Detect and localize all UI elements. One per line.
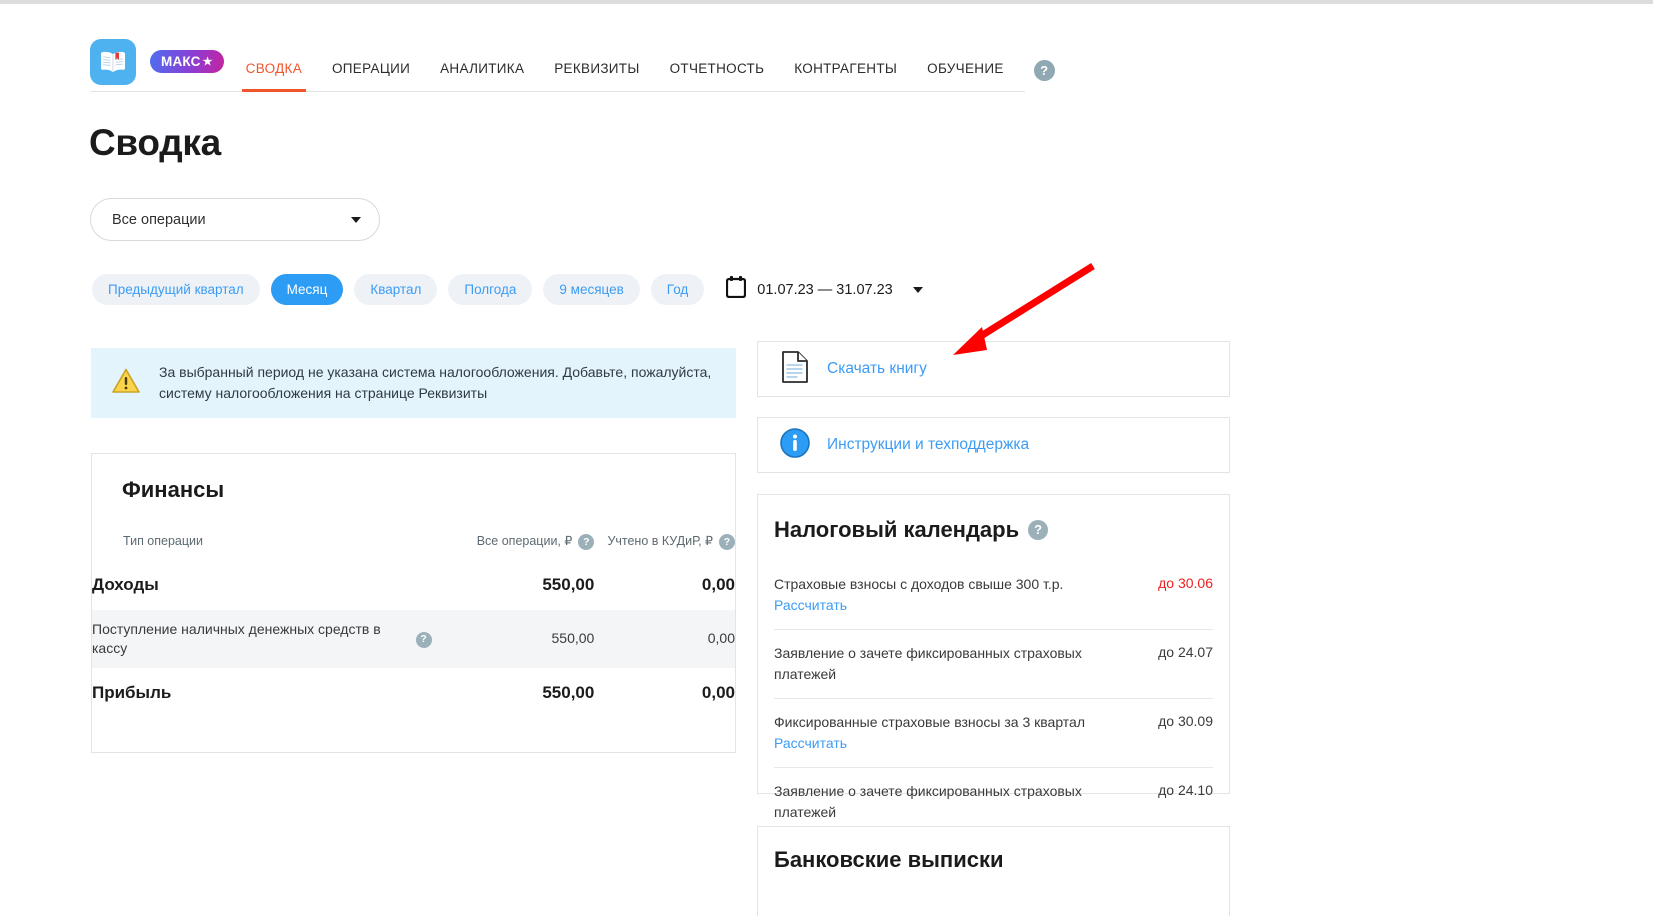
period-filter-bar: Предыдущий квартал Месяц Квартал Полгода…: [92, 274, 923, 305]
app-page: МАКС ★ СВОДКА ОПЕРАЦИИ АНАЛИТИКА РЕКВИЗИТ…: [0, 0, 1653, 916]
kudir-help-icon[interactable]: ?: [719, 533, 735, 550]
row-cash-receipt-help-icon[interactable]: ?: [415, 631, 432, 648]
row-cash-receipt-help-cell: ?: [393, 610, 453, 668]
info-circle-icon: [779, 427, 811, 464]
table-row-profit: Прибыль 550,00 0,00: [92, 668, 735, 718]
tax-calendar-list: Страховые взносы с доходов свыше 300 т.р…: [774, 561, 1213, 836]
chip-year[interactable]: Год: [650, 274, 705, 305]
nav-item-analitika[interactable]: АНАЛИТИКА: [440, 61, 524, 92]
chip-quarter[interactable]: Квартал: [354, 274, 438, 305]
table-row-cash-receipt: Поступление наличных денежных средств в …: [92, 609, 735, 668]
calendar-icon: [726, 276, 747, 303]
row-income-name: Доходы: [92, 574, 159, 594]
tax-row-4-date: до 24.10: [1158, 782, 1213, 798]
alert-line-1: За выбранный период не указана система н…: [159, 364, 712, 380]
row-income-spacer: [393, 560, 453, 610]
row-cash-receipt-name: Поступление наличных денежных средств в …: [92, 620, 381, 656]
warning-triangle-icon: [111, 367, 141, 400]
support-label: Инструкции и техподдержка: [827, 436, 1030, 453]
row-income-kudir: 0,00: [701, 574, 735, 594]
col-operation-type: Тип операции: [123, 534, 204, 549]
table-row-income: Доходы 550,00 0,00: [92, 560, 735, 610]
tax-calendar-help-icon[interactable]: ?: [1028, 519, 1049, 540]
tax-system-alert: За выбранный период не указана система н…: [91, 348, 736, 418]
alert-line-2: систему налогообложения на странице Рекв…: [159, 385, 488, 401]
tax-row-4-content: Заявление о зачете фиксированных страхов…: [774, 781, 1158, 823]
tax-calendar-row-2: Заявление о зачете фиксированных страхов…: [774, 630, 1213, 699]
tax-row-4-text: Заявление о зачете фиксированных страхов…: [774, 783, 1082, 820]
tax-calendar-title-text: Налоговый календарь: [774, 517, 1020, 542]
col-kudir: Учтено в КУДиР, ₽?: [594, 523, 735, 560]
tax-row-3-text: Фиксированные страховые взносы за 3 квар…: [774, 714, 1086, 730]
tax-row-3-date: до 30.09: [1158, 713, 1213, 729]
tax-calendar-row-3: Фиксированные страховые взносы за 3 квар…: [774, 699, 1213, 768]
tax-row-1-date: до 30.06: [1158, 575, 1213, 591]
bank-statements-title: Банковские выписки: [774, 847, 1004, 872]
row-profit-spacer: [393, 668, 453, 718]
brand-star-icon: ★: [202, 56, 213, 68]
chip-nine-months[interactable]: 9 месяцев: [543, 274, 640, 305]
main-nav: СВОДКА ОПЕРАЦИИ АНАЛИТИКА РЕКВИЗИТЫ ОТЧЕ…: [241, 36, 1055, 92]
nav-item-svodka[interactable]: СВОДКА: [241, 61, 307, 92]
page-title: Сводка: [89, 122, 221, 163]
tax-calendar-card: Налоговый календарь? Страховые взносы с …: [757, 494, 1230, 820]
row-cash-receipt-kudir: 0,00: [707, 630, 735, 647]
app-header: МАКС ★ СВОДКА ОПЕРАЦИИ АНАЛИТИКА РЕКВИЗИТ…: [90, 36, 1055, 92]
brand-label: МАКС: [161, 54, 201, 69]
tax-row-1-calculate-link[interactable]: Рассчитать: [774, 595, 1146, 616]
open-book-icon: [98, 50, 128, 74]
header-help-icon[interactable]: ?: [1033, 59, 1055, 81]
date-range-value: 01.07.23 — 31.07.23: [757, 281, 893, 298]
tax-row-3-content: Фиксированные страховые взносы за 3 квар…: [774, 712, 1158, 754]
col-all-operations-label: Все операции, ₽: [476, 534, 573, 548]
document-icon: [781, 350, 809, 388]
app-logo[interactable]: [90, 38, 136, 85]
finance-card: Финансы Тип операции Все операции, ₽? Уч…: [91, 453, 736, 753]
support-card[interactable]: Инструкции и техподдержка: [757, 417, 1230, 473]
nav-item-obuchenie[interactable]: ОБУЧЕНИЕ: [927, 61, 1004, 92]
finance-card-title: Финансы: [122, 477, 225, 502]
download-book-card[interactable]: Скачать книгу: [757, 341, 1230, 397]
tax-row-2-content: Заявление о зачете фиксированных страхов…: [774, 643, 1158, 685]
date-range-picker[interactable]: 01.07.23 — 31.07.23: [726, 276, 923, 303]
tax-calendar-row-1: Страховые взносы с доходов свыше 300 т.р…: [774, 561, 1213, 630]
row-profit-all: 550,00: [542, 682, 595, 702]
chip-previous-quarter[interactable]: Предыдущий квартал: [92, 274, 260, 305]
chip-half-year[interactable]: Полгода: [448, 274, 533, 305]
date-range-chevron-icon: [912, 286, 923, 293]
operations-select-value: Все операции: [112, 211, 206, 228]
nav-item-rekvizity[interactable]: РЕКВИЗИТЫ: [554, 61, 639, 92]
all-operations-help-icon[interactable]: ?: [578, 533, 595, 550]
tax-row-2-text: Заявление о зачете фиксированных страхов…: [774, 645, 1082, 682]
tax-calendar-title: Налоговый календарь?: [774, 517, 1049, 543]
chip-month[interactable]: Месяц: [270, 274, 344, 305]
row-cash-receipt-all: 550,00: [551, 630, 595, 647]
finance-table-header: Тип операции Все операции, ₽? Учтено в К…: [92, 523, 735, 560]
nav-item-operacii[interactable]: ОПЕРАЦИИ: [332, 61, 410, 92]
nav-item-otchetnost[interactable]: ОТЧЕТНОСТЬ: [670, 61, 765, 92]
brand-badge[interactable]: МАКС ★: [150, 50, 224, 73]
tax-row-3-calculate-link[interactable]: Рассчитать: [774, 733, 1146, 754]
window-top-edge: [0, 0, 1653, 4]
row-profit-kudir: 0,00: [701, 682, 735, 702]
tax-row-2-date: до 24.07: [1158, 644, 1213, 660]
operations-select[interactable]: Все операции: [90, 198, 380, 241]
finance-table: Тип операции Все операции, ₽? Учтено в К…: [92, 523, 735, 718]
row-income-all: 550,00: [542, 574, 595, 594]
col-all-operations: Все операции, ₽?: [454, 523, 595, 560]
download-book-label: Скачать книгу: [827, 360, 927, 377]
tax-row-1-text: Страховые взносы с доходов свыше 300 т.р…: [774, 576, 1064, 592]
nav-item-kontragenty[interactable]: КОНТРАГЕНТЫ: [794, 61, 897, 92]
col-kudir-label: Учтено в КУДиР, ₽: [607, 534, 713, 548]
bank-statements-card: Банковские выписки: [757, 826, 1230, 916]
tax-row-1-content: Страховые взносы с доходов свыше 300 т.р…: [774, 574, 1158, 616]
row-profit-name: Прибыль: [92, 682, 172, 702]
alert-text: За выбранный период не указана система н…: [159, 362, 711, 404]
chevron-down-icon: [351, 216, 361, 223]
